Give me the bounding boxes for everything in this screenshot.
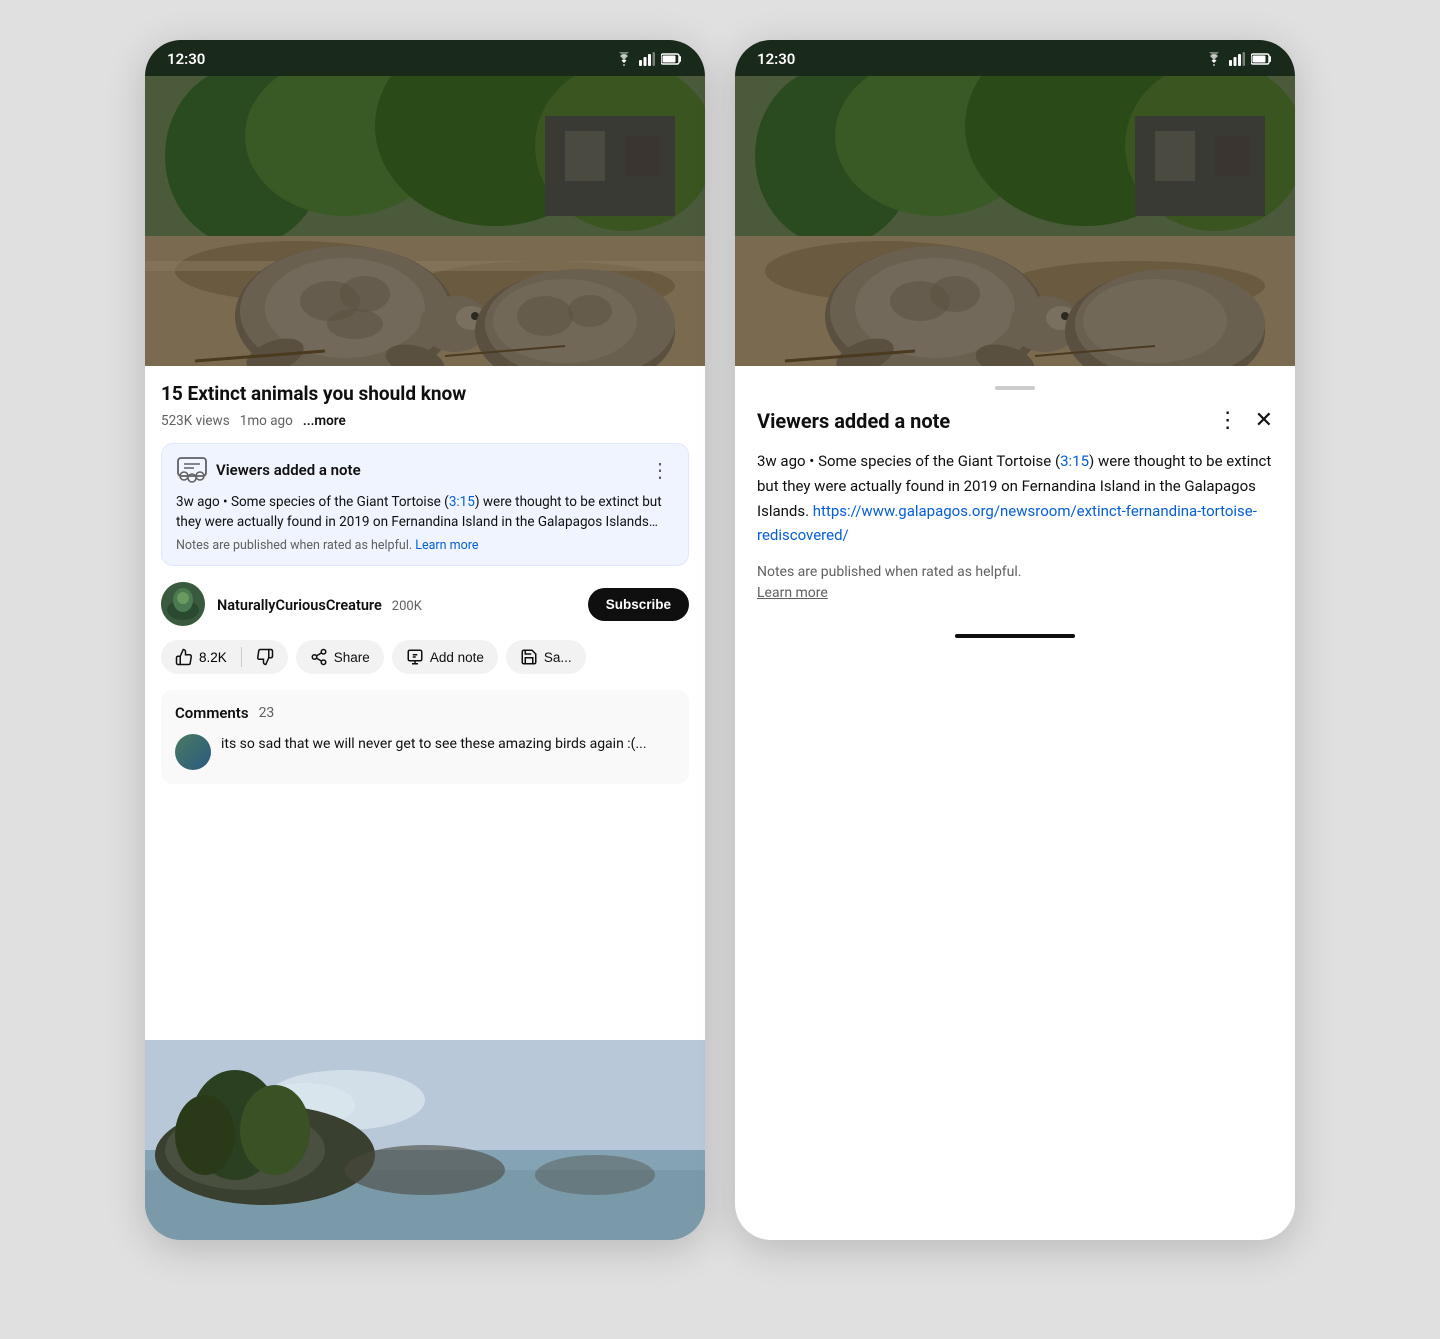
sheet-header: Viewers added a note ⋮ ✕ (757, 408, 1273, 433)
more-options-icon[interactable]: ⋮ (1217, 408, 1239, 433)
note-timestamp-link[interactable]: 3:15 (449, 494, 475, 510)
share-button[interactable]: Share (296, 640, 384, 674)
note-header-left: Viewers added a note (176, 456, 361, 484)
action-row: 8.2K Share (161, 640, 689, 674)
sheet-footer-text: Notes are published when rated as helpfu… (757, 564, 1022, 580)
status-icons-right (1205, 52, 1273, 66)
wifi-icon-right (1205, 52, 1223, 66)
home-indicator[interactable] (955, 634, 1075, 638)
battery-icon (661, 53, 683, 65)
signal-icon-right (1229, 52, 1245, 66)
video-meta: 523K views 1mo ago ...more (161, 413, 689, 429)
sheet-body: 3w ago • Some species of the Giant Torto… (757, 449, 1273, 548)
comment-text: its so sad that we will never get to see… (221, 734, 647, 755)
battery-icon-right (1251, 53, 1273, 65)
subscribe-button[interactable]: Subscribe (588, 588, 689, 621)
learn-more-link[interactable]: Learn more (415, 538, 478, 553)
channel-row: NaturallyCuriousCreature 200K Subscribe (161, 582, 689, 626)
add-note-icon (406, 648, 424, 666)
more-button[interactable]: ...more (303, 413, 346, 429)
save-label: Sa... (544, 650, 572, 665)
add-note-label: Add note (430, 650, 484, 665)
view-count: 523K views (161, 413, 230, 429)
sheet-learn-more-link[interactable]: Learn more (757, 585, 828, 601)
note-menu-icon[interactable]: ⋮ (646, 458, 674, 482)
sheet-footer: Notes are published when rated as helpfu… (757, 562, 1273, 604)
sheet-body-age: 3w ago • (757, 452, 818, 470)
comments-header: Comments 23 (175, 704, 675, 722)
comments-count: 23 (259, 705, 275, 721)
note-title: Viewers added a note (216, 461, 361, 479)
expanded-note-sheet: Viewers added a note ⋮ ✕ 3w ago • Some s… (735, 366, 1295, 678)
note-icon (176, 456, 208, 484)
channel-info: NaturallyCuriousCreature 200K (217, 595, 576, 614)
sheet-handle[interactable] (995, 386, 1035, 390)
note-footer: Notes are published when rated as helpfu… (176, 538, 674, 553)
status-time-right: 12:30 (757, 50, 795, 68)
comment-avatar (175, 734, 211, 770)
upload-time: 1mo ago (240, 413, 293, 429)
left-phone: 12:30 (145, 40, 705, 1240)
content-left: 15 Extinct animals you should know 523K … (145, 366, 705, 1040)
status-bar-left: 12:30 (145, 40, 705, 76)
note-age: 3w ago • (176, 494, 231, 510)
thumbs-down-icon (256, 648, 274, 666)
signal-icon (639, 52, 655, 66)
sheet-url-link[interactable]: https://www.galapagos.org/newsroom/extin… (757, 502, 1257, 545)
status-time-left: 12:30 (167, 50, 205, 68)
thumbs-up-icon (175, 648, 193, 666)
status-icons-left (615, 52, 683, 66)
share-label: Share (334, 650, 370, 665)
bottom-video-thumbnail[interactable] (145, 1040, 705, 1240)
note-card-header: Viewers added a note ⋮ (176, 456, 674, 484)
video-thumbnail-right (735, 76, 1295, 366)
share-icon (310, 648, 328, 666)
note-text: 3w ago • Some species of the Giant Torto… (176, 492, 674, 533)
status-bar-right: 12:30 (735, 40, 1295, 76)
comments-section[interactable]: Comments 23 its so sad that we will neve… (161, 690, 689, 784)
right-phone: 12:30 (735, 40, 1295, 1240)
comment-item: its so sad that we will never get to see… (175, 734, 675, 770)
note-card: Viewers added a note ⋮ 3w ago • Some spe… (161, 443, 689, 567)
channel-avatar[interactable] (161, 582, 205, 626)
sheet-header-icons: ⋮ ✕ (1217, 408, 1273, 433)
like-dislike-group: 8.2K (161, 640, 288, 674)
like-button[interactable]: 8.2K (161, 640, 241, 674)
save-button[interactable]: Sa... (506, 640, 586, 674)
like-count: 8.2K (199, 650, 227, 665)
add-note-button[interactable]: Add note (392, 640, 498, 674)
sheet-title: Viewers added a note (757, 409, 950, 433)
sheet-timestamp-link[interactable]: 3:15 (1060, 452, 1089, 470)
wifi-icon (615, 52, 633, 66)
channel-name[interactable]: NaturallyCuriousCreature (217, 597, 382, 614)
close-icon[interactable]: ✕ (1255, 408, 1273, 433)
save-icon (520, 648, 538, 666)
video-thumbnail-left[interactable] (145, 76, 705, 366)
video-title: 15 Extinct animals you should know (161, 382, 689, 407)
dislike-button[interactable] (242, 640, 288, 674)
comments-label: Comments (175, 704, 249, 722)
channel-subs: 200K (392, 599, 422, 614)
note-footer-text: Notes are published when rated as helpfu… (176, 538, 412, 553)
